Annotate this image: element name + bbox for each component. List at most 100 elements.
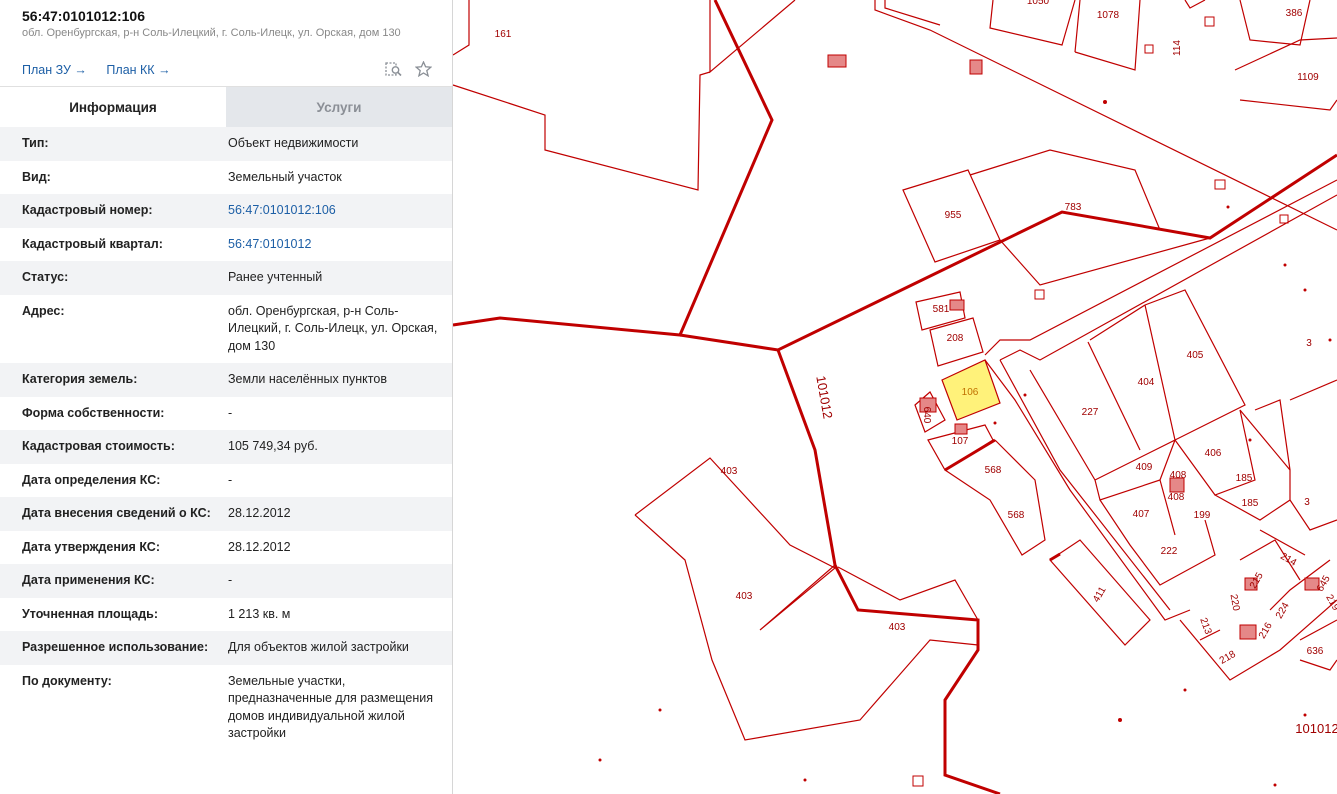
panel-header: 56:47:0101012:106 обл. Оренбургская, р-н… — [0, 0, 452, 86]
info-row: Статус: Ранее учтенный — [0, 261, 452, 295]
map-label: 408 — [1170, 470, 1187, 481]
info-key: Дата определения КС: — [22, 472, 161, 487]
info-value: Земельный участок — [228, 169, 342, 184]
map-label: 1109 — [1297, 72, 1319, 83]
info-key: По документу: — [22, 673, 112, 688]
info-key: Разрешенное использование: — [22, 640, 209, 654]
info-key: Адрес: — [22, 303, 65, 318]
map-label: 403 — [721, 466, 738, 477]
info-row: Адрес: обл. Оренбургская, р-н Соль-Илецки… — [0, 295, 452, 364]
map-label: 107 — [952, 436, 969, 447]
map-label: 161 — [495, 29, 512, 40]
map-label: 405 — [1187, 350, 1204, 361]
tab-bar: Информация Услуги — [0, 86, 452, 127]
info-value: - — [228, 573, 233, 587]
info-row: Кадастровый квартал: 56:47:0101012 — [0, 228, 452, 262]
map-label: 568 — [985, 465, 1002, 476]
info-key: Кадастровый номер: — [22, 203, 153, 217]
info-value: - — [228, 472, 233, 487]
info-value: Объект недвижимости — [228, 136, 359, 150]
map-label: 199 — [1194, 510, 1211, 521]
map-label: 403 — [736, 591, 753, 602]
info-key: Дата внесения сведений о КС: — [22, 506, 211, 520]
map-label: 783 — [1065, 202, 1082, 213]
map-label: 1050 — [1027, 0, 1050, 7]
page-title: 56:47:0101012:106 — [22, 8, 145, 24]
info-value: 105 749,34 руб. — [228, 439, 318, 453]
map-label: 220 — [1228, 593, 1242, 612]
info-row: Форма собственности: - — [0, 397, 452, 431]
star-icon[interactable] — [415, 61, 432, 77]
info-value: Для объектов жилой застройки — [228, 640, 409, 654]
tab-services[interactable]: Услуги — [226, 87, 452, 127]
map-label: 215 — [1248, 570, 1266, 590]
info-key: Дата утверждения КС: — [22, 539, 160, 554]
info-row: Кадастровая стоимость: 105 749,34 руб. — [0, 430, 452, 464]
info-value: - — [228, 405, 233, 420]
map-label: 185 — [1242, 498, 1259, 509]
map-label: 403 — [889, 622, 906, 633]
map-label: 409 — [1136, 462, 1153, 473]
map-label: 106 — [962, 387, 979, 398]
map-label: 955 — [945, 210, 962, 221]
header-address: обл. Оренбургская, р-н Соль-Илецкий, г. … — [22, 27, 401, 39]
map-label: 114 — [1172, 40, 1183, 56]
map-label: 1078 — [1097, 10, 1120, 21]
info-value: 1 213 кв. м — [228, 606, 291, 621]
info-value: 28.12.2012 — [228, 506, 291, 520]
info-key: Тип: — [22, 136, 49, 150]
info-row: Дата применения КС: - — [0, 564, 452, 598]
info-key: Дата применения КС: — [22, 573, 155, 587]
map-label: 645 — [1315, 573, 1333, 593]
info-key: Форма собственности: — [22, 405, 165, 420]
info-panel: 56:47:0101012:106 обл. Оренбургская, р-н… — [0, 0, 453, 794]
map-label: 101012 — [1295, 721, 1337, 736]
info-key: Категория земель: — [22, 372, 138, 386]
map-label: 218 — [1218, 649, 1238, 667]
cadastral-quarter-link[interactable]: 56:47:0101012 — [228, 236, 443, 254]
plan-zu-link[interactable]: План ЗУ → — [22, 63, 87, 77]
map-label: 3 — [1304, 497, 1310, 508]
map-label: 185 — [1236, 473, 1253, 484]
info-row: Дата утверждения КС: 28.12.2012 — [0, 531, 452, 565]
map-label: 404 — [1138, 377, 1155, 388]
info-row: Тип: Объект недвижимости — [0, 127, 452, 161]
search-document-icon[interactable] — [385, 61, 403, 77]
map-label: 3 — [1306, 338, 1312, 349]
info-value: обл. Оренбургская, р-н Соль-Илецкий, г. … — [228, 303, 438, 353]
info-key: Кадастровая стоимость: — [22, 439, 175, 453]
map-label: 407 — [1133, 509, 1150, 520]
map-label: 227 — [1082, 407, 1099, 418]
map-label: 411 — [1091, 585, 1109, 605]
info-row: Дата внесения сведений о КС: 28.12.2012 — [0, 497, 452, 531]
cadastral-number-link[interactable]: 56:47:0101012:106 — [228, 202, 443, 220]
tab-information[interactable]: Информация — [0, 87, 226, 127]
info-value: 28.12.2012 — [228, 539, 291, 554]
map-label: 636 — [1307, 646, 1324, 657]
info-row: Дата определения КС: - — [0, 464, 452, 498]
map-label: 101012 — [813, 375, 835, 420]
map-label: 213 — [1197, 616, 1213, 636]
plan-kk-link[interactable]: План КК → — [106, 63, 170, 77]
info-key: Кадастровый квартал: — [22, 236, 163, 251]
map-label: 216 — [1257, 620, 1275, 640]
info-key: Уточненная площадь: — [22, 606, 159, 621]
map-label: 406 — [1205, 448, 1222, 459]
info-value: Земли населённых пунктов — [228, 372, 387, 386]
map-label: 568 — [1008, 510, 1025, 521]
map-label: 208 — [947, 333, 964, 344]
map-label: 640 — [921, 407, 932, 424]
info-value: Земельные участки, предназначенные для р… — [228, 673, 434, 741]
info-value: Ранее учтенный — [228, 270, 323, 284]
map-label: 408 — [1168, 492, 1185, 503]
info-row: Разрешенное использование: Для объектов ж… — [0, 631, 452, 665]
info-key: Вид: — [22, 169, 51, 184]
map-label: 214 — [1278, 551, 1298, 569]
info-row: Кадастровый номер: 56:47:0101012:106 — [0, 194, 452, 228]
map-label: 222 — [1161, 546, 1178, 557]
info-row: Категория земель: Земли населённых пункто… — [0, 363, 452, 397]
map-label: 386 — [1286, 8, 1303, 19]
info-row: Вид: Земельный участок — [0, 161, 452, 195]
info-key: Статус: — [22, 270, 69, 284]
info-row: Уточненная площадь: 1 213 кв. м — [0, 598, 452, 632]
